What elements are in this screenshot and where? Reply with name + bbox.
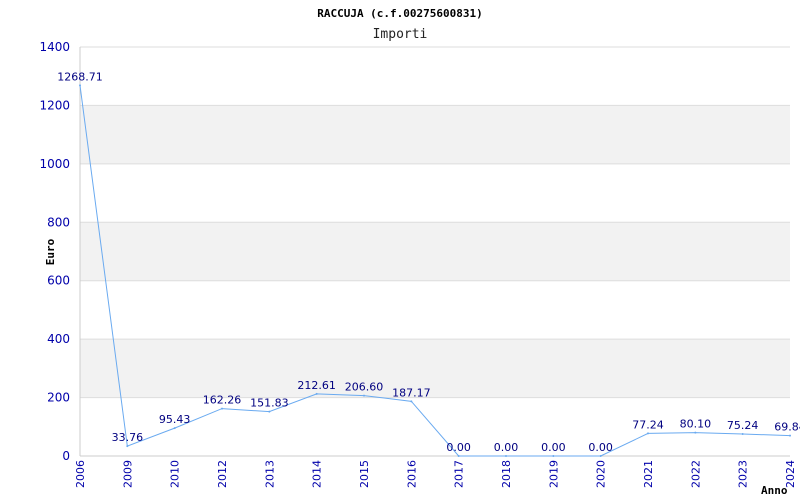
- data-point: [173, 427, 176, 430]
- x-tick-label: 2009: [121, 460, 134, 488]
- data-label: 0.00: [541, 441, 566, 454]
- data-label: 1268.71: [57, 70, 103, 83]
- y-tick-label: 1400: [39, 40, 70, 54]
- y-tick-label: 0: [62, 449, 70, 463]
- data-point: [647, 432, 649, 435]
- y-axis-label: Euro: [44, 238, 57, 265]
- data-label: 77.24: [632, 418, 664, 431]
- data-point: [457, 455, 460, 457]
- chart-subtitle: Importi: [373, 27, 428, 42]
- data-point: [505, 455, 507, 457]
- data-point: [363, 394, 365, 397]
- x-tick-label: 2023: [737, 460, 750, 488]
- data-point: [126, 445, 129, 448]
- x-tick-label: 2006: [74, 460, 87, 488]
- x-tick-label: 2016: [405, 460, 418, 488]
- data-label: 0.00: [494, 441, 519, 454]
- x-tick-label: 2018: [500, 460, 513, 488]
- data-point: [79, 84, 81, 87]
- data-point: [221, 407, 223, 410]
- y-tick-label: 800: [47, 215, 70, 229]
- data-label: 187.17: [392, 386, 431, 399]
- data-label: 0.00: [588, 441, 613, 454]
- data-point: [741, 433, 744, 436]
- y-tick-label: 200: [47, 391, 70, 405]
- x-tick-label: 2022: [689, 460, 702, 488]
- data-label: 212.61: [297, 379, 336, 392]
- y-tick-label: 400: [47, 332, 70, 346]
- data-point: [789, 434, 791, 437]
- grid-band: [80, 222, 790, 281]
- y-tick-label: 1200: [39, 98, 70, 112]
- data-label: 0.00: [446, 441, 471, 454]
- x-axis-label: Anno: [761, 484, 788, 497]
- y-tick-label: 1000: [39, 157, 70, 171]
- x-tick-labels: 2006 2009 2010 2012 2013 2014 2015 2016 2017 2018…: [74, 460, 797, 488]
- data-label: 33.76: [112, 431, 144, 444]
- x-tick-label: 2017: [453, 460, 466, 488]
- y-tick-label: 600: [47, 274, 70, 288]
- data-label: 75.24: [727, 419, 759, 432]
- grid-bands: [80, 105, 790, 398]
- x-tick-label: 2012: [216, 460, 229, 488]
- data-point: [315, 392, 318, 395]
- data-label: 95.43: [159, 413, 191, 426]
- data-point: [694, 431, 697, 434]
- grid-band: [80, 105, 790, 164]
- x-tick-label: 2020: [595, 460, 608, 488]
- data-label: 69.84: [774, 421, 800, 434]
- data-point: [552, 455, 555, 457]
- x-tick-label: 2013: [263, 460, 276, 488]
- x-tick-label: 2014: [311, 460, 324, 488]
- data-label: 80.10: [680, 418, 712, 431]
- x-tick-label: 2015: [358, 460, 371, 488]
- grid-band: [80, 339, 790, 398]
- data-label: 162.26: [203, 394, 242, 407]
- x-tick-label: 2019: [547, 460, 560, 488]
- data-label: 206.60: [345, 381, 384, 394]
- x-tick-label: 2021: [642, 460, 655, 488]
- x-tick-label: 2010: [169, 460, 182, 488]
- data-point: [599, 455, 602, 457]
- data-label: 151.83: [250, 397, 289, 410]
- data-point: [410, 400, 413, 403]
- chart-title: RACCUJA (c.f.00275600831): [317, 7, 483, 20]
- line-chart: RACCUJA (c.f.00275600831) Importi 0 200 40…: [39, 7, 800, 497]
- data-point: [268, 410, 271, 413]
